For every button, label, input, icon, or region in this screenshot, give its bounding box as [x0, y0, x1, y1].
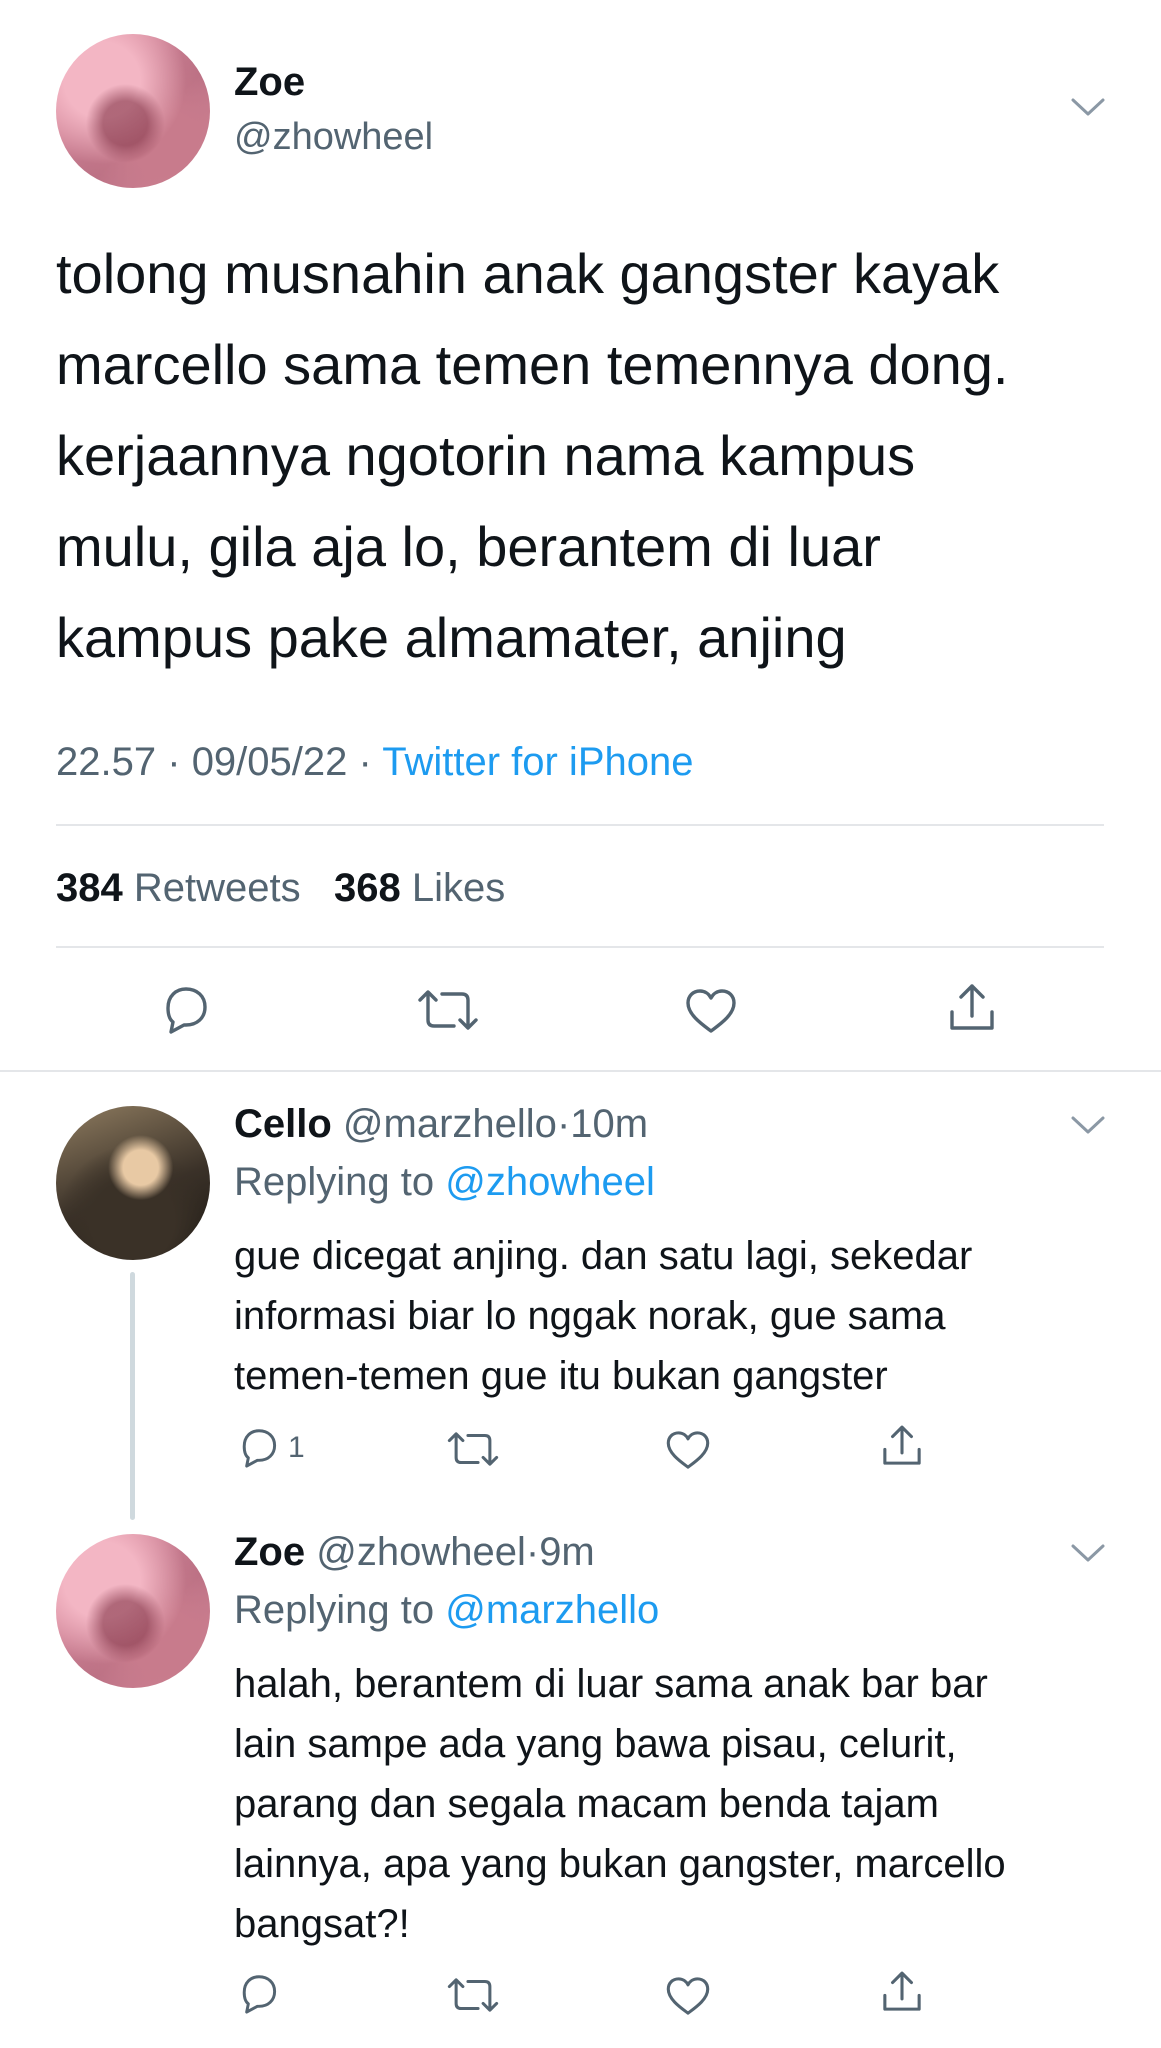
- replying-to-handle[interactable]: @marzhello: [445, 1588, 659, 1632]
- replying-label: Replying to: [234, 1588, 435, 1632]
- author-handle[interactable]: @zhowheel: [234, 116, 433, 159]
- reply-header: Cello @marzhello·10m: [234, 1102, 648, 1147]
- tweet-date[interactable]: 09/05/22: [192, 740, 348, 784]
- reply-text-line: informasi biar lo nggak norak, gue sama: [234, 1294, 946, 1338]
- replying-to-handle[interactable]: @zhowheel: [445, 1160, 655, 1204]
- share-icon[interactable]: [878, 1968, 926, 2016]
- retweet-icon[interactable]: [446, 1974, 500, 2016]
- tweet-time: 22.57: [56, 740, 157, 784]
- tweet-text-line: tolong musnahin anak gangster kayak: [56, 242, 1000, 305]
- retweets-count: 384: [56, 866, 123, 910]
- tweet-text-line: kampus pake almamater, anjing: [56, 606, 847, 669]
- chevron-down-icon[interactable]: [1070, 1114, 1106, 1136]
- tweet-text-line: kerjaannya ngotorin nama kampus: [56, 424, 916, 487]
- reply-time[interactable]: 9m: [539, 1530, 595, 1574]
- replying-label: Replying to: [234, 1160, 435, 1204]
- reply-text-line: lain sampe ada yang bawa pisau, celurit,: [234, 1722, 957, 1766]
- reply-time[interactable]: 10m: [570, 1102, 648, 1146]
- author-avatar[interactable]: [56, 34, 210, 188]
- reply-text-line: halah, berantem di luar sama anak bar ba…: [234, 1662, 988, 1706]
- tweet-text-line: marcello sama temen temennya dong.: [56, 333, 1009, 396]
- retweet-icon[interactable]: [446, 1428, 500, 1470]
- tweet-source[interactable]: Twitter for iPhone: [382, 740, 693, 784]
- reply-avatar[interactable]: [56, 1106, 210, 1260]
- reply-author-handle[interactable]: @zhowheel: [316, 1530, 526, 1574]
- likes-count: 368: [333, 866, 401, 910]
- reply-text-line: temen-temen gue itu bukan gangster: [234, 1354, 888, 1398]
- chevron-down-icon[interactable]: [1070, 1542, 1106, 1564]
- reply-text-line: parang dan segala macam benda tajam: [234, 1782, 939, 1826]
- reply-icon[interactable]: 1: [236, 1426, 305, 1470]
- reply-count: 1: [288, 1431, 305, 1464]
- reply-text: halah, berantem di luar sama anak bar ba…: [234, 1654, 1134, 1954]
- reply-author-name[interactable]: Zoe: [234, 1530, 305, 1574]
- reply-text-line: gue dicegat anjing. dan satu lagi, seked…: [234, 1234, 973, 1278]
- chevron-down-icon[interactable]: [1070, 96, 1106, 118]
- retweets-label: Retweets: [133, 866, 301, 910]
- thread-line: [130, 1272, 135, 1520]
- tweet-stats: 384 Retweets 368 Likes: [56, 866, 505, 911]
- replying-to: Replying to @zhowheel: [234, 1160, 655, 1205]
- reply-icon[interactable]: [236, 1972, 282, 2016]
- like-icon[interactable]: [664, 1428, 712, 1472]
- reply-avatar[interactable]: [56, 1534, 210, 1688]
- meta-separator: ·: [167, 740, 181, 784]
- reply-header: Zoe @zhowheel·9m: [234, 1530, 595, 1575]
- share-icon[interactable]: [878, 1422, 926, 1470]
- divider: [56, 824, 1104, 826]
- tweet-meta: 22.57 · 09/05/22 · Twitter for iPhone: [56, 740, 693, 785]
- like-icon[interactable]: [664, 1974, 712, 2018]
- reply-text: gue dicegat anjing. dan satu lagi, seked…: [234, 1226, 1114, 1406]
- reply-icon[interactable]: [158, 984, 214, 1036]
- likes-label: Likes: [411, 866, 506, 910]
- section-divider: [0, 1070, 1161, 1072]
- retweet-icon[interactable]: [416, 986, 480, 1034]
- share-icon[interactable]: [944, 980, 1000, 1036]
- reply-author-name[interactable]: Cello: [234, 1102, 332, 1146]
- author-name[interactable]: Zoe: [234, 60, 305, 105]
- tweet-text-line: mulu, gila aja lo, berantem di luar: [56, 515, 881, 578]
- meta-separator: ·: [358, 740, 372, 784]
- replying-to: Replying to @marzhello: [234, 1588, 659, 1633]
- likes-stat[interactable]: 368 Likes: [334, 866, 505, 910]
- header-separator: ·: [556, 1102, 571, 1146]
- header-separator: ·: [525, 1530, 540, 1574]
- reply-text-line: bangsat?!: [234, 1902, 410, 1946]
- tweet-text: tolong musnahin anak gangster kayak marc…: [56, 228, 1116, 683]
- retweets-stat[interactable]: 384 Retweets: [56, 866, 301, 910]
- reply-author-handle[interactable]: @marzhello: [343, 1102, 557, 1146]
- divider: [56, 946, 1104, 948]
- reply-text-line: lainnya, apa yang bukan gangster, marcel…: [234, 1842, 1006, 1886]
- like-icon[interactable]: [683, 986, 739, 1036]
